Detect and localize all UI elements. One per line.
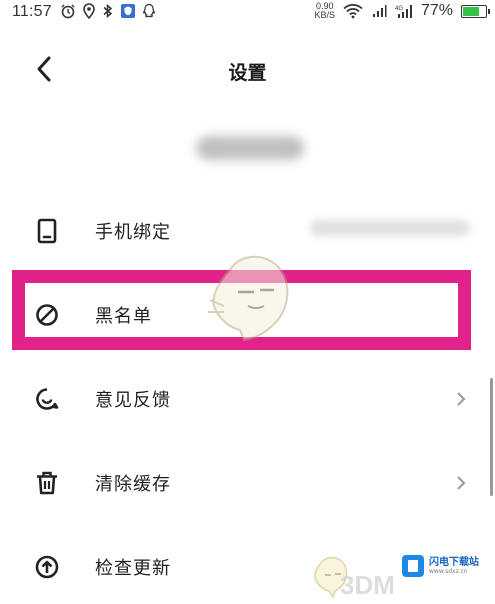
qq-icon [142, 3, 156, 18]
watermark-brand: 闪电下载站 www.sdxz.cn [402, 555, 479, 577]
menu-item-clear-cache[interactable]: 清除缓存 [0, 448, 495, 518]
watermark-mascot-icon [208, 255, 289, 342]
status-bar: 11:57 0.90 KB/S 4G 77% [0, 0, 495, 26]
wifi-icon [343, 4, 363, 19]
feedback-icon [36, 388, 59, 410]
watermark-site: www.sdxz.cn [429, 568, 468, 575]
network-speed-unit: KB/S [314, 10, 335, 20]
account-id-redacted [196, 136, 304, 160]
status-left-icons [60, 3, 156, 19]
watermark-brand-name: 闪电下载站 [429, 557, 479, 568]
phone-number-redacted [310, 220, 470, 236]
chevron-right-icon [457, 392, 466, 406]
scrollbar[interactable] [490, 378, 493, 496]
page-title: 设置 [228, 62, 267, 84]
status-right-icons: 0.90 KB/S 4G 77% [314, 2, 490, 20]
shield-app-icon [121, 4, 135, 18]
header: 设置 [0, 40, 495, 100]
bluetooth-icon [103, 3, 113, 19]
brand-logo-icon [402, 555, 424, 577]
menu-item-feedback[interactable]: 意见反馈 [0, 364, 495, 434]
signal-4g-icon: 4G [395, 5, 412, 18]
battery-icon [461, 4, 490, 18]
phone-icon [37, 218, 57, 244]
alarm-icon [61, 4, 75, 19]
menu-item-label: 意见反馈 [95, 390, 171, 411]
block-icon [36, 304, 58, 326]
network-speed: 0.90 KB/S [314, 2, 335, 20]
menu-item-label: 黑名单 [95, 306, 152, 327]
menu-item-label: 清除缓存 [95, 474, 171, 495]
watermark-3dm: 3DM [340, 570, 395, 600]
signal-icon [372, 5, 387, 17]
menu-item-label: 检查更新 [95, 558, 171, 579]
svg-text:4G: 4G [395, 6, 403, 12]
battery-fill [463, 6, 480, 16]
battery-percent: 77% [420, 2, 453, 19]
status-time: 11:57 [12, 3, 52, 20]
upload-icon [35, 555, 59, 579]
menu-item-label: 手机绑定 [95, 222, 171, 243]
trash-icon [37, 471, 57, 495]
chevron-right-icon [457, 476, 466, 490]
location-icon [83, 3, 95, 19]
